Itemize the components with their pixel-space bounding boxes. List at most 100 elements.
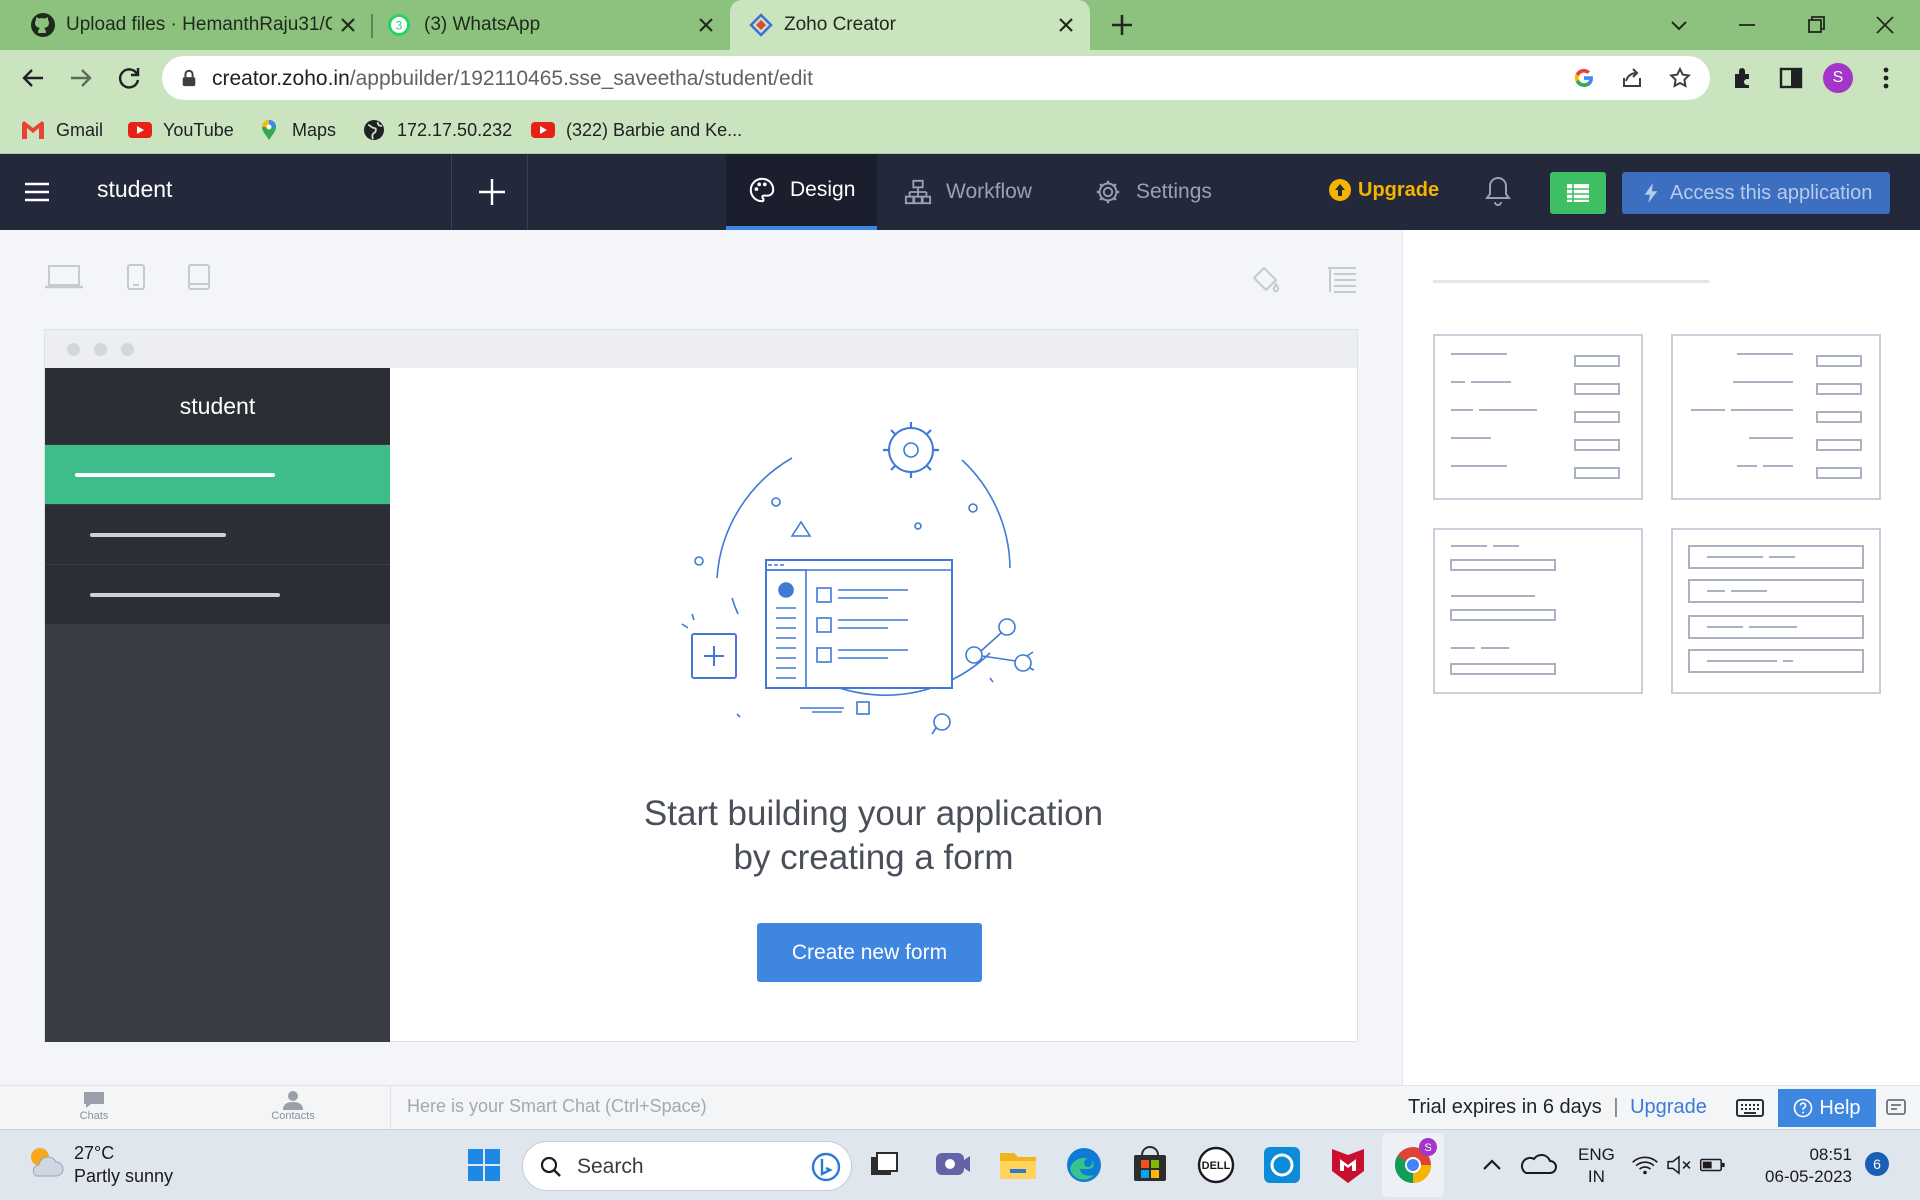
trial-upgrade-link[interactable]: Upgrade: [1630, 1096, 1707, 1118]
chevron-up-icon[interactable]: [1470, 1143, 1514, 1187]
browser-tab-strip: Upload files · HemanthRaju31/Cl 3 (3) Wh…: [0, 0, 1920, 50]
address-bar[interactable]: creator.zoho.in/appbuilder/192110465.sse…: [162, 56, 1710, 100]
wifi-icon[interactable]: [1630, 1143, 1660, 1187]
task-view-icon[interactable]: [861, 1143, 905, 1187]
profile-avatar[interactable]: S: [1823, 63, 1853, 93]
notification-badge[interactable]: 6: [1865, 1152, 1889, 1176]
dell-icon[interactable]: DELL: [1194, 1143, 1238, 1187]
hamburger-menu-icon[interactable]: [22, 178, 52, 206]
back-icon[interactable]: [19, 64, 47, 92]
feedback-icon[interactable]: [1884, 1096, 1908, 1120]
design-canvas: student Start building your application …: [0, 230, 1402, 1085]
layout-option-left-aligned[interactable]: [1433, 334, 1643, 500]
mcafee-icon[interactable]: [1326, 1143, 1370, 1187]
empty-state-headline: Start building your application by creat…: [390, 792, 1357, 880]
contacts-button[interactable]: Contacts: [263, 1090, 323, 1122]
layout-option-inline[interactable]: [1671, 528, 1881, 694]
svg-text:DELL: DELL: [1202, 1160, 1231, 1172]
google-icon[interactable]: [1572, 66, 1596, 90]
tab-settings[interactable]: Settings: [1094, 154, 1212, 230]
speaker-muted-icon[interactable]: [1664, 1143, 1694, 1187]
reload-icon[interactable]: [115, 64, 143, 92]
chats-label: Chats: [79, 1110, 109, 1122]
onedrive-cloud-icon[interactable]: [1516, 1143, 1560, 1187]
share-icon[interactable]: [1620, 66, 1644, 90]
close-window-icon[interactable]: [1871, 11, 1899, 39]
tab-design[interactable]: Design: [726, 154, 878, 230]
tab-workflow[interactable]: Workflow: [904, 154, 1032, 230]
layout-option-top-aligned[interactable]: [1433, 528, 1643, 694]
chrome-taskbar-button[interactable]: S: [1382, 1133, 1444, 1197]
layout-option-right-aligned[interactable]: [1671, 334, 1881, 500]
tab-title: Zoho Creator: [784, 14, 896, 35]
cortana-icon[interactable]: [1260, 1143, 1304, 1187]
window-dot: [94, 343, 107, 356]
create-new-form-button[interactable]: Create new form: [757, 923, 982, 982]
youtube-icon: [128, 122, 152, 138]
mobile-view-icon[interactable]: [187, 264, 211, 290]
bookmarks-bar: Gmail YouTube Maps 172.17.50.232 (322) B…: [0, 106, 1920, 154]
tab-label: Settings: [1136, 180, 1212, 203]
bookmark-star-icon[interactable]: [1668, 66, 1692, 90]
input-language[interactable]: ENG IN: [1578, 1144, 1615, 1188]
partly-sunny-icon: [31, 1148, 64, 1177]
app-preview-window: student Start building your application …: [44, 329, 1358, 1042]
svg-text:3: 3: [396, 19, 403, 33]
windows-start-icon[interactable]: [462, 1143, 506, 1187]
tab-github[interactable]: Upload files · HemanthRaju31/Cl: [0, 0, 362, 50]
teams-chat-icon[interactable]: [930, 1143, 974, 1187]
search-icon: [540, 1156, 561, 1177]
side-panel-icon[interactable]: [1777, 64, 1805, 92]
bookmark-label: YouTube: [163, 119, 234, 140]
lock-icon[interactable]: [180, 68, 198, 88]
tab-search-chevron-icon[interactable]: [1665, 11, 1693, 39]
weather-widget[interactable]: 27°C Partly sunny: [24, 1142, 173, 1188]
extensions-icon[interactable]: [1729, 64, 1757, 92]
forward-icon[interactable]: [67, 64, 95, 92]
tablet-view-icon[interactable]: [126, 264, 146, 290]
layout-settings-icon[interactable]: [1326, 264, 1358, 296]
tab-zoho-creator[interactable]: Zoho Creator: [730, 0, 1090, 50]
desktop-view-icon[interactable]: [44, 264, 84, 290]
trial-separator: |: [1613, 1096, 1619, 1118]
bookmark-barbie[interactable]: (322) Barbie and Ke...: [530, 116, 742, 144]
theme-paint-icon[interactable]: [1250, 264, 1282, 296]
edge-browser-icon[interactable]: [1062, 1143, 1106, 1187]
battery-icon[interactable]: [1698, 1143, 1728, 1187]
app-name[interactable]: student: [97, 176, 172, 203]
question-icon: [1794, 1098, 1813, 1118]
minimize-icon[interactable]: [1733, 11, 1761, 39]
close-icon[interactable]: [694, 13, 718, 37]
close-icon[interactable]: [336, 13, 360, 37]
close-icon[interactable]: [1054, 13, 1078, 37]
taskbar-search[interactable]: Search: [522, 1141, 852, 1191]
tab-whatsapp[interactable]: 3 (3) WhatsApp: [360, 0, 730, 50]
restore-icon[interactable]: [1802, 11, 1830, 39]
youtube-icon: [531, 122, 555, 138]
temperature: 27°C: [74, 1143, 115, 1163]
upgrade-link[interactable]: Upgrade: [1328, 178, 1439, 202]
microsoft-store-icon[interactable]: [1128, 1143, 1172, 1187]
access-application-button[interactable]: Access this application: [1622, 172, 1890, 214]
workflow-icon: [904, 179, 932, 205]
add-icon[interactable]: [474, 174, 510, 210]
new-tab-icon[interactable]: [1108, 11, 1136, 39]
bell-icon[interactable]: [1483, 174, 1513, 208]
form-list-button[interactable]: [1550, 172, 1606, 214]
trial-notice: Trial expires in 6 days | Upgrade: [1408, 1096, 1707, 1119]
keyboard-icon[interactable]: [1735, 1096, 1765, 1120]
system-clock[interactable]: 08:51 06-05-2023: [1752, 1144, 1852, 1188]
chats-button[interactable]: Chats: [64, 1090, 124, 1122]
bookmark-gmail[interactable]: Gmail: [20, 116, 103, 144]
bookmark-ip[interactable]: 172.17.50.232: [361, 116, 512, 144]
smart-chat-input[interactable]: Here is your Smart Chat (Ctrl+Space): [390, 1086, 1390, 1130]
bookmark-youtube[interactable]: YouTube: [127, 116, 234, 144]
bing-icon: [811, 1152, 841, 1182]
file-explorer-icon[interactable]: [996, 1143, 1040, 1187]
tab-title: Upload files · HemanthRaju31/Cl: [66, 14, 332, 35]
weather-condition: Partly sunny: [74, 1166, 174, 1186]
more-menu-icon[interactable]: [1872, 64, 1900, 92]
help-button[interactable]: Help: [1778, 1089, 1876, 1127]
bookmark-maps[interactable]: Maps: [256, 116, 336, 144]
preview-nav-item: [45, 564, 390, 624]
